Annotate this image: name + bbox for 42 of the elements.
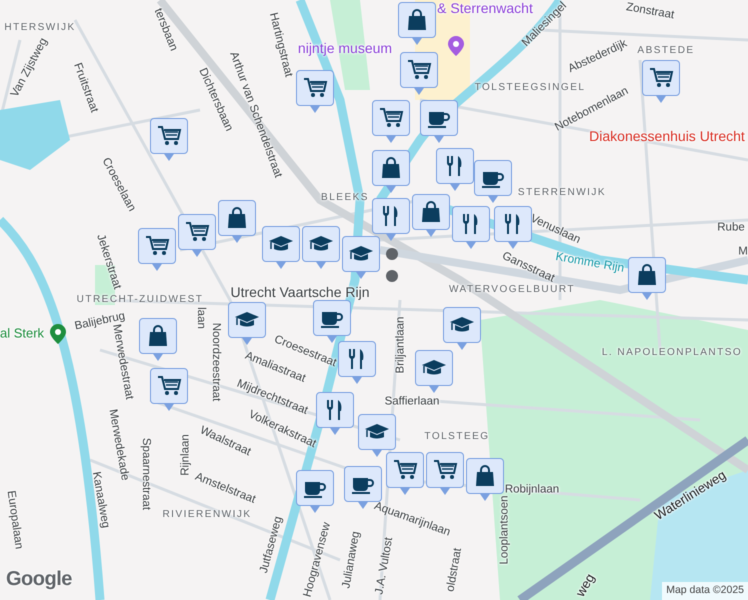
district-label: ABSTEDE <box>637 46 695 56</box>
cart-icon <box>648 66 674 90</box>
street-label: Robijnlaan <box>504 484 560 496</box>
district-label: L. NAPOLEONPLANTSO <box>602 348 742 358</box>
street-label: oldstraat <box>446 547 464 593</box>
street-label: Zonstraat <box>625 2 675 22</box>
cart-icon <box>406 58 432 82</box>
museum-pin-icon[interactable] <box>448 36 464 56</box>
street-label: laan <box>194 307 206 329</box>
cart-icon <box>144 234 170 258</box>
street-label: Julianaweg <box>341 530 363 590</box>
street-label: Spaarnestraat <box>139 438 151 510</box>
cart-icon <box>302 76 328 100</box>
district-label: UTRECHT-ZUIDWEST <box>76 295 204 305</box>
cart-icon <box>378 106 404 130</box>
cart-icon <box>392 458 418 482</box>
street-label: Rube <box>717 222 745 234</box>
street-label: M <box>738 246 748 258</box>
place-label: Utrecht Vaartsche Rijn <box>230 285 370 299</box>
street-label: Saffierlaan <box>384 396 440 408</box>
street-label: weg <box>573 571 597 599</box>
district-label: RIVIERENWIJK <box>162 510 252 520</box>
map-attribution: Map data ©2025 <box>662 582 748 600</box>
cart-icon <box>184 220 210 244</box>
street-label: Looplantsoen <box>499 495 511 565</box>
district-label: TOLSTEEG <box>424 432 490 442</box>
district-label: HTERSWIJK <box>4 23 76 33</box>
place-label: al Sterk <box>0 326 44 340</box>
map-logo: Google <box>6 567 72 592</box>
water-label: Kromme Rijn <box>554 250 626 274</box>
district-label: STERRENWIJK <box>518 188 606 198</box>
district-label: WATERVOGELBUURT <box>448 285 576 295</box>
street-label: Rijnlaan <box>180 434 192 476</box>
park-pin-icon[interactable] <box>50 324 66 344</box>
street-label: Briljantlaan <box>395 316 407 374</box>
cart-icon <box>156 374 182 398</box>
cart-icon <box>156 124 182 148</box>
street-label: Europalaan <box>4 490 24 550</box>
place-label: Diakonessenhuis Utrecht <box>589 129 745 143</box>
cart-icon <box>432 458 458 482</box>
street-label: J.A. Vultost <box>374 536 396 596</box>
street-label: Noordzeestraat <box>209 322 221 402</box>
